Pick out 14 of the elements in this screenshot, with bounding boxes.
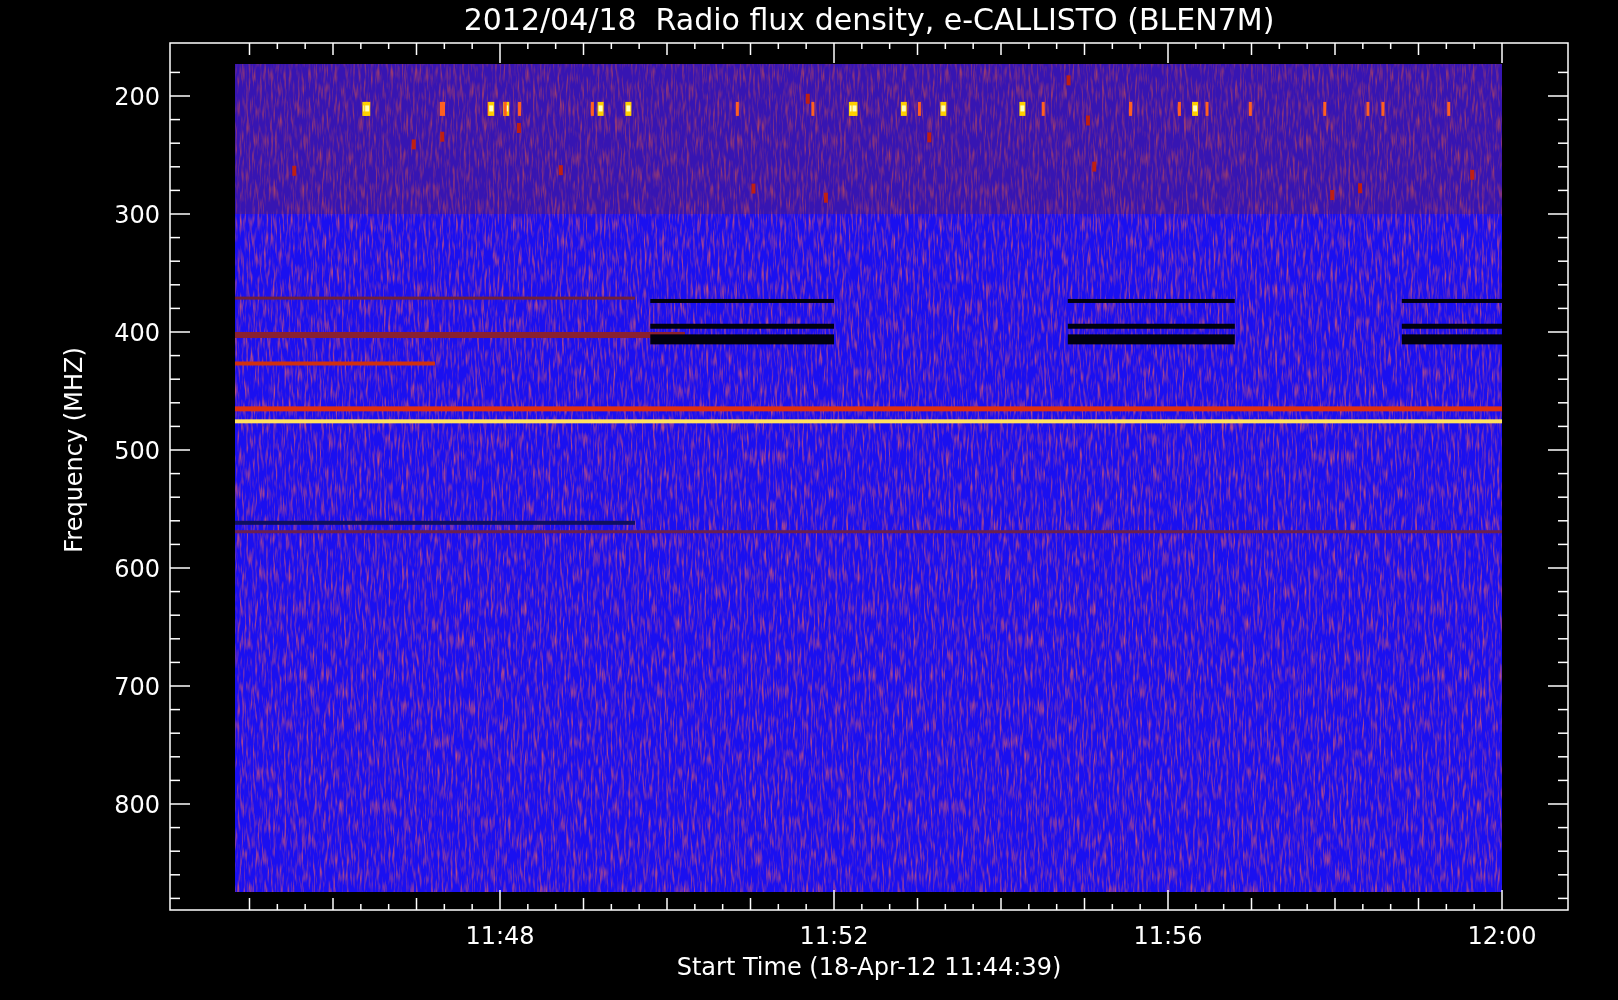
tick-label: 11:56 <box>1133 922 1203 950</box>
chart-title: 2012/04/18 Radio flux density, e-CALLISTO (BLEN7M) <box>463 2 1275 37</box>
tick-label: 300 <box>114 201 160 229</box>
tick-label: 500 <box>114 437 160 465</box>
tick-label: 11:52 <box>799 922 869 950</box>
tick-label: 700 <box>114 673 160 701</box>
tick-label: 400 <box>114 319 160 347</box>
axis-label: Start Time (18-Apr-12 11:44:39) <box>676 953 1062 981</box>
tick-label: 600 <box>114 555 160 583</box>
tick-label: 12:00 <box>1467 922 1537 950</box>
tick-label: 200 <box>114 83 160 111</box>
tick-label: 11:48 <box>465 922 535 950</box>
axis-label: Frequency (MHZ) <box>60 347 88 553</box>
tick-label: 800 <box>114 791 160 819</box>
